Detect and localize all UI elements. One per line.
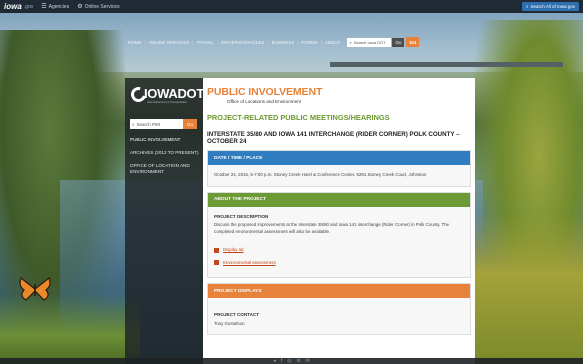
display-ad-label: Display ad xyxy=(223,247,244,252)
project-description-text: Discuss the proposed improvements at the… xyxy=(214,222,450,234)
agencies-label: Agencies xyxy=(48,3,70,10)
iowa-gov-logo-suffix: .gov xyxy=(23,3,34,10)
left-sidebar: IOWADOT Iowa Department of Transportatio… xyxy=(125,78,204,364)
gear-icon: ⚙ xyxy=(77,4,83,10)
about-project-body: PROJECT DESCRIPTION Discuss the proposed… xyxy=(208,206,470,277)
environmental-assessment-label: Environmental assessment xyxy=(223,259,276,265)
grass-right xyxy=(463,214,583,364)
pim-search-placeholder: Search PIM xyxy=(136,121,161,127)
pim-search-go-button[interactable]: Go xyxy=(183,119,197,129)
iowa-gov-logo[interactable]: iowa xyxy=(4,2,22,11)
nav-drivers-vehicles[interactable]: DRIVERS/VEHICLES xyxy=(218,40,268,45)
date-time-place-header: DATE / TIME / PLACE xyxy=(208,151,470,165)
online-services-link[interactable]: ⚙ Online Services xyxy=(77,3,120,11)
project-displays-card: PROJECT DISPLAYS PROJECT CONTACT Tony Gu… xyxy=(207,283,471,335)
search-all-label: Search All of Iowa.gov xyxy=(530,4,575,9)
nav-travel[interactable]: TRAVEL xyxy=(194,40,217,45)
share-icon[interactable]: ◂ xyxy=(273,358,276,364)
agencies-link[interactable]: ☰ Agencies xyxy=(41,3,70,11)
iowa-dot-logo[interactable]: IOWADOT Iowa Department of Transportatio… xyxy=(128,84,204,108)
date-time-place-card: DATE / TIME / PLACE October 24, 2016, 5-… xyxy=(207,150,471,187)
list-icon: ☰ xyxy=(41,4,47,10)
iowa-gov-topbar: iowa .gov ☰ Agencies ⚙ Online Services ⌕… xyxy=(0,0,583,13)
nav-forms[interactable]: FORMS xyxy=(299,40,321,45)
bridge xyxy=(330,62,563,67)
project-displays-header: PROJECT DISPLAYS xyxy=(208,284,470,298)
search-all-iowa-gov[interactable]: ⌕ Search All of Iowa.gov xyxy=(521,2,579,11)
sidebar-item-public-involvement[interactable]: PUBLIC INVOLVEMENT xyxy=(130,137,200,143)
butterfly-image xyxy=(19,277,51,301)
search-icon: ⌕ xyxy=(132,121,135,127)
511-button[interactable]: 511 xyxy=(406,37,420,47)
project-description-label: PROJECT DESCRIPTION xyxy=(214,213,269,219)
nav-online-services[interactable]: ONLINE SERVICES xyxy=(146,40,193,45)
page-subtitle: Office of Locations and Environment xyxy=(227,99,301,104)
pim-search-input[interactable]: ⌕ Search PIM xyxy=(130,119,183,129)
about-project-card: ABOUT THE PROJECT PROJECT DESCRIPTION Di… xyxy=(207,191,471,278)
dot-search-go-button[interactable]: Go xyxy=(392,37,405,47)
project-contact-name: Tony Gustafson xyxy=(214,320,245,326)
online-services-label: Online Services xyxy=(84,3,120,10)
search-icon: ⌕ xyxy=(349,39,352,45)
search-icon: ⌕ xyxy=(525,4,529,9)
linkedin-icon[interactable]: in xyxy=(297,358,301,364)
meeting-title: INTERSTATE 35/80 AND IOWA 141 INTERCHANG… xyxy=(207,131,460,145)
project-contact-body: PROJECT CONTACT Tony Gustafson xyxy=(208,298,470,334)
pdf-icon xyxy=(214,247,219,253)
email-icon[interactable]: ✉ xyxy=(305,358,309,364)
page-title: PUBLIC INVOLVEMENT xyxy=(207,86,323,98)
display-ad-link[interactable]: Display ad xyxy=(214,247,464,254)
dot-search-placeholder: Search Iowa DOT xyxy=(353,39,386,45)
section-heading: PROJECT-RELATED PUBLIC MEETINGS/HEARINGS xyxy=(207,113,390,122)
main-nav: HOME | ONLINE SERVICES | TRAVEL | DRIVER… xyxy=(125,36,455,48)
grass-left xyxy=(0,294,140,364)
dot-search-input[interactable]: ⌕ Search Iowa DOT xyxy=(347,37,392,47)
nav-business[interactable]: BUSINESS xyxy=(269,40,298,45)
nav-home[interactable]: HOME xyxy=(125,40,145,45)
facebook-icon[interactable]: f xyxy=(281,358,282,364)
sidebar-item-office-location-environment[interactable]: OFFICE OF LOCATION AND ENVIRONMENT xyxy=(130,163,200,175)
pim-search: ⌕ Search PIM Go xyxy=(130,119,197,129)
pdf-icon xyxy=(214,260,219,266)
dot-logo-tagline: Iowa Department of Transportation xyxy=(147,101,187,104)
about-project-header: ABOUT THE PROJECT xyxy=(208,192,470,207)
nav-about[interactable]: ABOUT xyxy=(322,40,344,45)
project-contact-label: PROJECT CONTACT xyxy=(214,312,260,317)
sidebar-item-archives[interactable]: ARCHIVES (2012 TO PRESENT) xyxy=(130,150,200,156)
social-bar: ◂ f ◎ in ✉ xyxy=(0,358,583,364)
sidebar-nav: PUBLIC INVOLVEMENT ARCHIVES (2012 TO PRE… xyxy=(130,137,200,182)
date-time-place-text: October 24, 2016, 5-7:00 p.m. Stoney Cre… xyxy=(208,165,470,186)
dot-logo-text: IOWADOT xyxy=(144,86,205,101)
pinterest-icon[interactable]: ◎ xyxy=(287,358,291,364)
main-content: PUBLIC INVOLVEMENT Office of Locations a… xyxy=(203,78,475,364)
